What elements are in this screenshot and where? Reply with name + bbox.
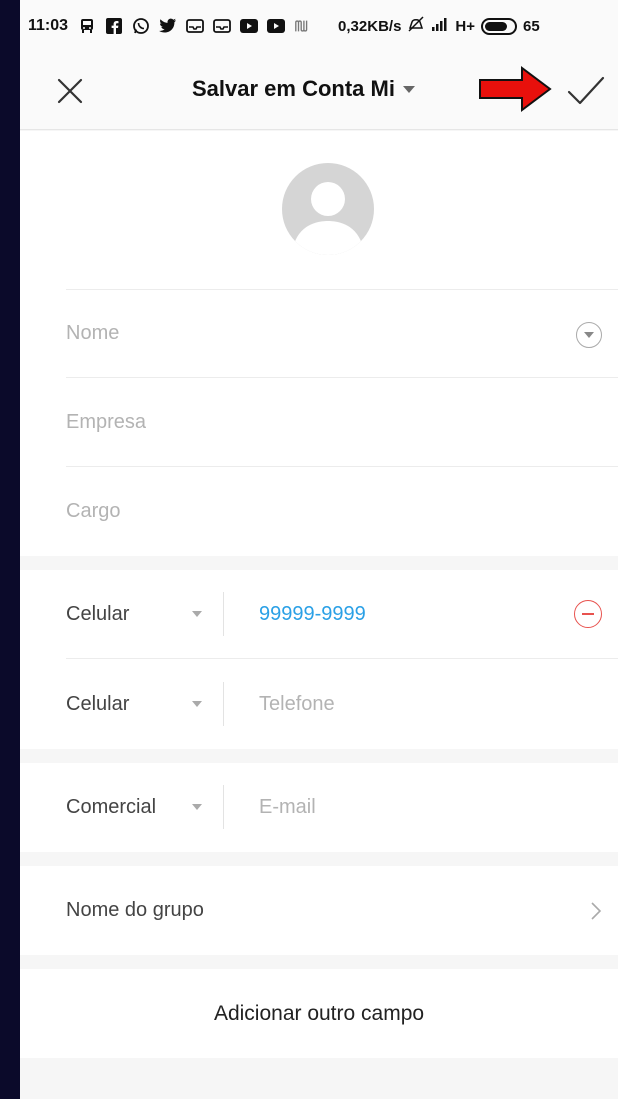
phone-row: Celular 99999-9999 <box>66 570 618 659</box>
chevron-down-icon <box>402 85 415 93</box>
email-type-select[interactable]: Comercial <box>66 763 223 851</box>
page-title: Salvar em Conta Mi <box>192 76 395 101</box>
notification-icons <box>78 17 312 35</box>
add-field-button[interactable]: Adicionar outro campo <box>20 969 618 1058</box>
facebook-icon <box>105 17 123 35</box>
phone-type-select[interactable]: Celular <box>66 660 223 748</box>
status-bar: 11:03 0,32KB/s H+ 65 <box>20 0 618 52</box>
group-label: Nome do grupo <box>66 899 204 921</box>
expand-icon[interactable] <box>576 322 602 348</box>
mail-icon <box>186 17 204 35</box>
red-arrow-icon <box>478 66 552 112</box>
email-input[interactable]: E-mail <box>259 763 316 851</box>
divider <box>223 682 224 726</box>
app-header: Salvar em Conta Mi <box>20 52 618 130</box>
job-title-field[interactable]: Cargo <box>66 500 120 523</box>
account-selector[interactable]: Salvar em Conta Mi <box>192 76 415 102</box>
system-status: 0,32KB/s H+ 65 <box>338 16 540 36</box>
nu-icon <box>294 17 312 35</box>
company-row[interactable]: Empresa <box>66 378 618 467</box>
person-icon <box>292 182 364 255</box>
youtube-icon <box>267 17 286 35</box>
chevron-down-icon <box>192 701 202 707</box>
checkmark-icon[interactable] <box>566 74 606 108</box>
phone-input[interactable]: 99999-9999 <box>259 570 366 658</box>
company-field[interactable]: Empresa <box>66 411 146 434</box>
close-icon[interactable] <box>56 77 84 105</box>
job-title-row[interactable]: Cargo <box>66 467 618 556</box>
battery-icon <box>481 17 518 35</box>
phone-type-label: Celular <box>66 602 130 625</box>
name-row[interactable]: Nome <box>66 289 618 378</box>
phone-type-label: Celular <box>66 692 130 715</box>
bus-icon <box>78 17 96 35</box>
phone-screen: 11:03 0,32KB/s H+ 65 Salvar em Conta Mi … <box>20 0 618 1099</box>
status-time: 11:03 <box>28 17 69 34</box>
name-field[interactable]: Nome <box>66 322 119 345</box>
divider <box>223 592 224 636</box>
whatsapp-icon <box>132 17 150 35</box>
youtube-icon <box>240 17 259 35</box>
mail-icon <box>213 17 231 35</box>
mute-icon <box>407 16 425 36</box>
group-row[interactable]: Nome do grupo <box>66 866 618 955</box>
avatar[interactable] <box>282 163 374 255</box>
email-type-label: Comercial <box>66 795 157 818</box>
twitter-icon <box>159 17 177 35</box>
chevron-right-icon <box>591 902 602 920</box>
add-field-card: Adicionar outro campo <box>20 969 618 1058</box>
network-speed: 0,32KB/s <box>338 17 402 35</box>
network-type: H+ <box>455 17 476 35</box>
phone-input[interactable]: Telefone <box>259 660 335 748</box>
chevron-down-icon <box>192 611 202 617</box>
signal-icon <box>431 17 449 35</box>
divider <box>223 785 224 829</box>
battery-level: 65 <box>523 17 540 35</box>
remove-icon[interactable] <box>574 600 602 628</box>
email-row: Comercial E-mail <box>66 763 618 852</box>
phone-row: Celular Telefone <box>66 660 618 749</box>
phone-type-select[interactable]: Celular <box>66 570 223 658</box>
chevron-down-icon <box>192 804 202 810</box>
